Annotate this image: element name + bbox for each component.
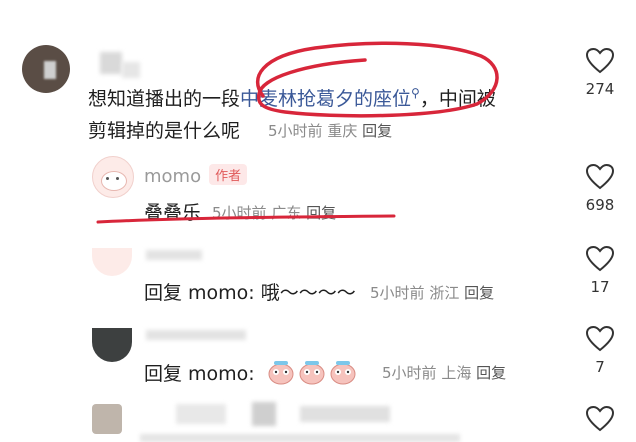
author-name-row: momo 作者 [144,164,248,187]
comment-text-blurred [140,434,460,442]
username-blurred [146,250,202,260]
username-blurred [300,406,390,422]
username-blurred [176,404,226,424]
username-blurred [146,330,246,340]
annotation-circle [255,41,499,118]
username-blurred[interactable] [100,52,122,74]
comment-meta: 5小时前 上海 回复 [382,364,507,382]
avatar[interactable] [22,45,70,93]
momo-sticker-icon [268,361,356,385]
heart-outline-icon [585,325,615,352]
like-count: 7 [595,358,605,376]
heart-outline-icon [585,163,615,190]
author-avatar[interactable] [92,156,134,198]
like-count: 17 [590,278,610,296]
heart-outline-icon [585,405,615,432]
avatar[interactable] [92,404,122,434]
like-button[interactable]: 698 [580,163,620,214]
avatar[interactable] [92,328,132,362]
reply-button[interactable]: 回复 [464,284,494,302]
like-button[interactable]: 17 [580,245,620,296]
comment-text-line2: 剪辑掉的是什么呢 [88,120,241,142]
author-badge: 作者 [209,164,248,185]
sticker-emoji-row [267,358,357,391]
like-count: 698 [585,196,615,214]
reply-text: 回复 momo: 哦～～～～ [144,282,356,304]
heart-outline-icon [585,245,615,272]
reply-button[interactable]: 回复 [362,122,392,140]
heart-outline-icon [585,47,615,74]
reply-button[interactable]: 回复 [476,364,506,382]
like-button[interactable]: 7 [580,325,620,376]
annotation-underline [96,214,396,224]
username-blurred [252,402,276,426]
like-button[interactable]: 274 [580,47,620,98]
comment-meta: 5小时前 浙江 回复 [370,284,495,302]
like-count: 274 [585,80,615,98]
reply-text: 回复 momo: [144,358,357,391]
avatar[interactable] [92,248,132,276]
username[interactable]: momo [144,166,201,187]
like-button[interactable] [580,405,620,436]
comment-meta: 5小时前 重庆 回复 [268,122,393,140]
username-blurred [122,62,140,78]
